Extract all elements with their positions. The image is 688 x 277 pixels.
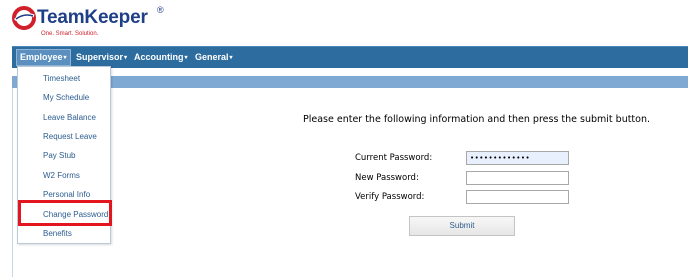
menu-item-timesheet[interactable]: Timesheet xyxy=(43,72,80,86)
nav-general-menu[interactable]: General▾ xyxy=(195,50,233,65)
nav-accounting-label: Accounting xyxy=(134,52,184,62)
menu-item-my-schedule[interactable]: My Schedule xyxy=(43,91,89,105)
chevron-down-icon: ▾ xyxy=(124,55,128,61)
menu-item-benefits[interactable]: Benefits xyxy=(43,227,72,241)
nav-accounting-menu[interactable]: Accounting▾ xyxy=(134,50,188,65)
menu-item-w2-forms[interactable]: W2 Forms xyxy=(43,169,80,183)
verify-password-label: Verify Password: xyxy=(355,192,425,202)
menu-item-request-leave[interactable]: Request Leave xyxy=(43,130,97,144)
nav-employee-label: Employee xyxy=(20,52,63,62)
nav-supervisor-label: Supervisor xyxy=(76,52,124,62)
new-password-label: New Password: xyxy=(355,173,419,183)
chevron-down-icon: ▾ xyxy=(229,55,233,61)
menu-item-leave-balance[interactable]: Leave Balance xyxy=(43,111,96,125)
content-border xyxy=(12,88,13,277)
chevron-down-icon: ▾ xyxy=(63,55,67,61)
main-nav-bar: Employee▾ Supervisor▾ Accounting▾ Genera… xyxy=(12,46,688,68)
verify-password-field[interactable] xyxy=(466,190,569,204)
sub-header-bar xyxy=(12,76,688,88)
logo-swoosh-icon xyxy=(12,6,36,30)
new-password-field[interactable] xyxy=(466,171,569,185)
change-password-highlight xyxy=(18,200,112,226)
nav-general-label: General xyxy=(195,52,229,62)
nav-employee-menu[interactable]: Employee▾ xyxy=(16,49,71,66)
logo-text: TeamKeeper xyxy=(37,7,148,28)
current-password-field[interactable]: ••••••••••••• xyxy=(466,151,569,165)
teamkeeper-logo: TeamKeeper ® One. Smart. Solution. xyxy=(12,4,164,40)
registered-mark: ® xyxy=(157,5,164,15)
chevron-down-icon: ▾ xyxy=(184,55,188,61)
logo-tagline: One. Smart. Solution. xyxy=(41,31,99,37)
current-password-label: Current Password: xyxy=(355,153,433,163)
menu-item-pay-stub[interactable]: Pay Stub xyxy=(43,149,75,163)
nav-supervisor-menu[interactable]: Supervisor▾ xyxy=(76,50,127,65)
form-instruction: Please enter the following information a… xyxy=(303,114,651,125)
submit-button[interactable]: Submit xyxy=(409,216,515,236)
